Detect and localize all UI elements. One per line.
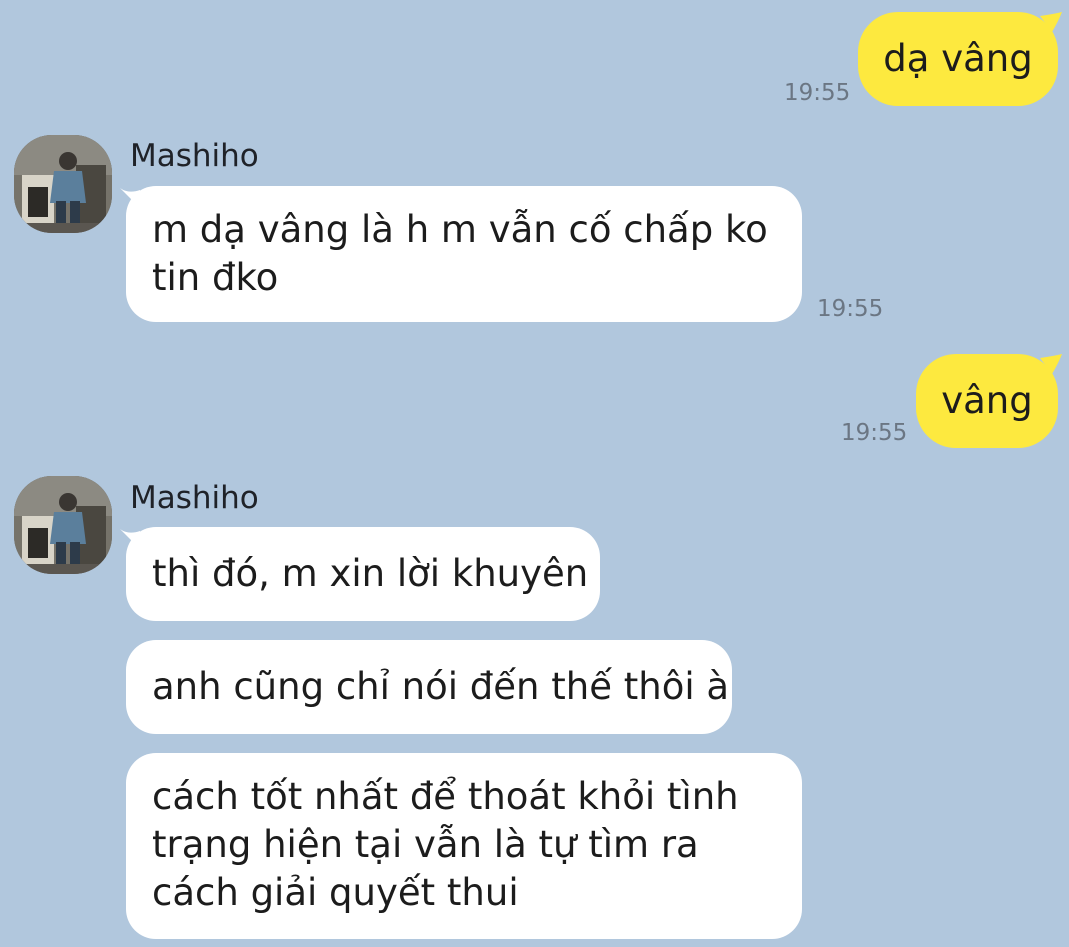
message-text: dạ vâng bbox=[883, 37, 1033, 80]
message-text: vâng bbox=[941, 379, 1033, 422]
message-text-line: cách tốt nhất để thoát khỏi tình bbox=[152, 775, 739, 818]
outgoing-message-bubble[interactable]: dạ vâng bbox=[858, 12, 1058, 106]
outgoing-message-bubble[interactable]: vâng bbox=[916, 354, 1058, 448]
message-text-line: cách giải quyết thui bbox=[152, 871, 519, 914]
message-timestamp: 19:55 bbox=[784, 80, 851, 106]
bubble-tail-icon bbox=[1040, 354, 1062, 374]
incoming-message-bubble[interactable]: cách tốt nhất để thoát khỏi tình trạng h… bbox=[126, 753, 802, 939]
avatar-photo-icon bbox=[14, 135, 112, 233]
message-timestamp: 19:55 bbox=[817, 296, 884, 322]
incoming-message-bubble[interactable]: thì đó, m xin lời khuyên bbox=[126, 527, 600, 621]
message-text-line: tin đko bbox=[152, 256, 279, 299]
message-text-line: m dạ vâng là h m vẫn cố chấp ko bbox=[152, 208, 768, 251]
message-timestamp: 19:55 bbox=[841, 420, 908, 446]
chat-view[interactable]: 19:55 dạ vâng Mashiho m dạ vâng là h m v… bbox=[0, 0, 1069, 947]
incoming-message-bubble[interactable]: anh cũng chỉ nói đến thế thôi à bbox=[126, 640, 732, 734]
avatar-photo-icon bbox=[14, 476, 112, 574]
incoming-message-bubble[interactable]: m dạ vâng là h m vẫn cố chấp ko tin đko bbox=[126, 186, 802, 322]
sender-name: Mashiho bbox=[130, 480, 259, 516]
message-text-line: trạng hiện tại vẫn là tự tìm ra bbox=[152, 823, 699, 866]
avatar[interactable] bbox=[14, 135, 112, 233]
sender-name: Mashiho bbox=[130, 138, 259, 174]
bubble-tail-icon bbox=[1040, 12, 1062, 32]
avatar[interactable] bbox=[14, 476, 112, 574]
message-text: thì đó, m xin lời khuyên bbox=[152, 552, 589, 595]
message-text: anh cũng chỉ nói đến thế thôi à bbox=[152, 665, 730, 708]
